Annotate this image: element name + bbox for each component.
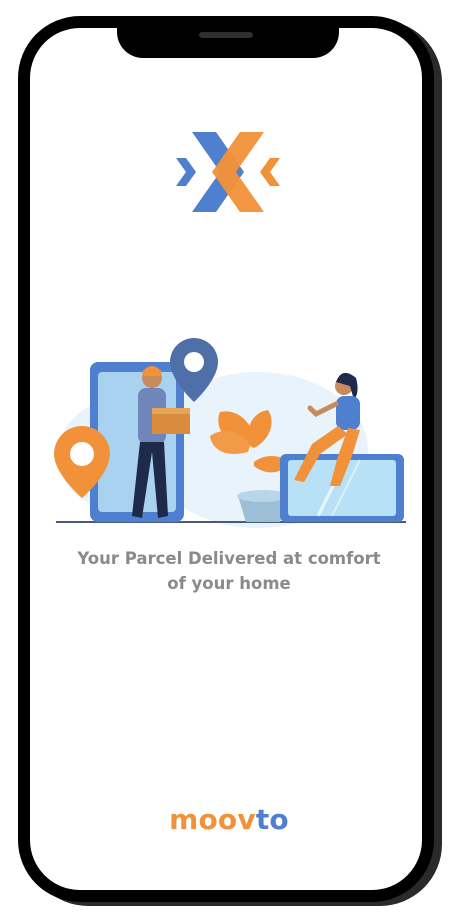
splash-tagline: Your Parcel Delivered at comfort of your… <box>30 546 428 596</box>
notch-speaker <box>199 32 253 38</box>
device-mockup: Your Parcel Delivered at comfort of your… <box>0 0 457 920</box>
brand-wordmark-moov: moov <box>169 803 256 836</box>
brand-wordmark: moovto <box>30 803 428 836</box>
phone-notch <box>117 16 339 58</box>
double-chevron-x-logo-icon <box>176 132 280 212</box>
tagline-line-2: of your home <box>167 574 291 593</box>
tagline-line-1: Your Parcel Delivered at comfort <box>77 549 381 568</box>
parcel-delivery-illustration <box>54 338 406 528</box>
brand-wordmark-to: to <box>255 803 289 836</box>
